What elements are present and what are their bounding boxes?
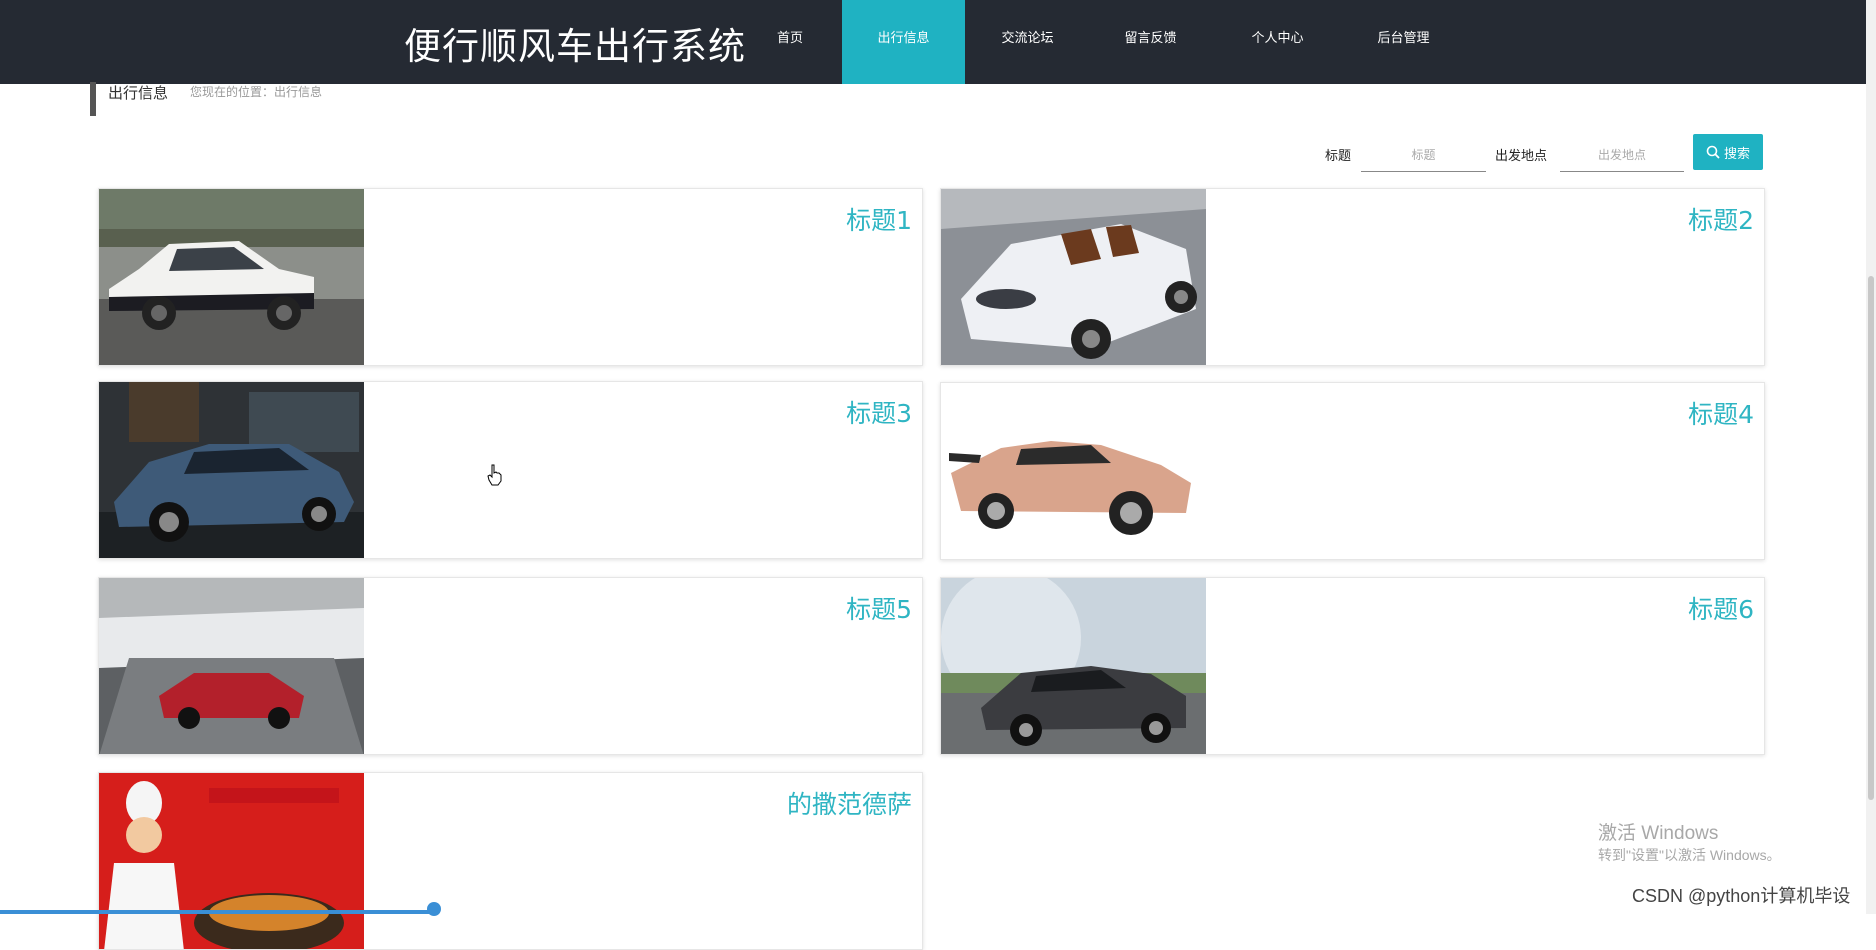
origin-search-input[interactable]: [1560, 138, 1684, 172]
windows-activation-hint: 转到"设置"以激活 Windows。: [1598, 847, 1781, 863]
trip-title: 标题6: [1688, 595, 1754, 624]
breadcrumb-location: 您现在的位置：出行信息: [190, 85, 323, 99]
trip-card[interactable]: 标题2: [940, 188, 1765, 366]
trip-card[interactable]: 标题3: [98, 381, 923, 559]
car-photo: [99, 578, 364, 754]
trip-title: 的撒范德萨: [786, 790, 912, 819]
trip-card[interactable]: 标题5: [98, 577, 923, 755]
nav-forum[interactable]: 交流论坛: [990, 0, 1065, 84]
trip-card[interactable]: 标题6: [940, 577, 1765, 755]
hand-cursor-icon: [487, 464, 502, 486]
nav-feedback[interactable]: 留言反馈: [1113, 0, 1188, 84]
trip-title: 标题1: [846, 206, 912, 235]
breadcrumb-accent: [90, 82, 96, 116]
car-photo: [941, 189, 1206, 365]
search-button[interactable]: 搜索: [1693, 134, 1763, 170]
site-brand[interactable]: 便行顺风车出行系统: [404, 16, 746, 70]
nav-home[interactable]: 首页: [755, 0, 825, 84]
windows-activation-title: 激活 Windows: [1598, 823, 1719, 844]
search-icon: [1706, 145, 1720, 159]
trip-card[interactable]: 标题4: [940, 382, 1765, 560]
title-search-input[interactable]: [1361, 138, 1486, 172]
nav-travel-info[interactable]: 出行信息: [842, 0, 965, 84]
trip-title: 标题5: [846, 595, 912, 624]
trip-title: 标题3: [846, 399, 912, 428]
nav-profile[interactable]: 个人中心: [1240, 0, 1315, 84]
search-button-label: 搜索: [1723, 145, 1750, 161]
car-photo: [99, 189, 364, 365]
video-progress-bar[interactable]: [0, 910, 436, 914]
csdn-watermark: CSDN @python计算机毕设: [1632, 886, 1851, 906]
trip-title: 标题4: [1688, 400, 1754, 429]
car-photo: [941, 578, 1206, 754]
top-navbar: 便行顺风车出行系统 首页 出行信息 交流论坛 留言反馈 个人中心 后台管理: [0, 0, 1866, 84]
scrollbar-thumb[interactable]: [1868, 276, 1874, 800]
car-photo: [99, 382, 364, 558]
trip-card[interactable]: 的撒范德萨: [98, 772, 923, 950]
trip-title: 标题2: [1688, 206, 1754, 235]
breadcrumb-title: 出行信息: [108, 85, 169, 102]
title-search-label: 标题: [1325, 148, 1352, 163]
nav-admin[interactable]: 后台管理: [1366, 0, 1441, 84]
origin-search-label: 出发地点: [1495, 148, 1548, 163]
car-photo: [941, 383, 1206, 559]
restaurant-photo: [99, 773, 364, 949]
trip-card[interactable]: 标题1: [98, 188, 923, 366]
